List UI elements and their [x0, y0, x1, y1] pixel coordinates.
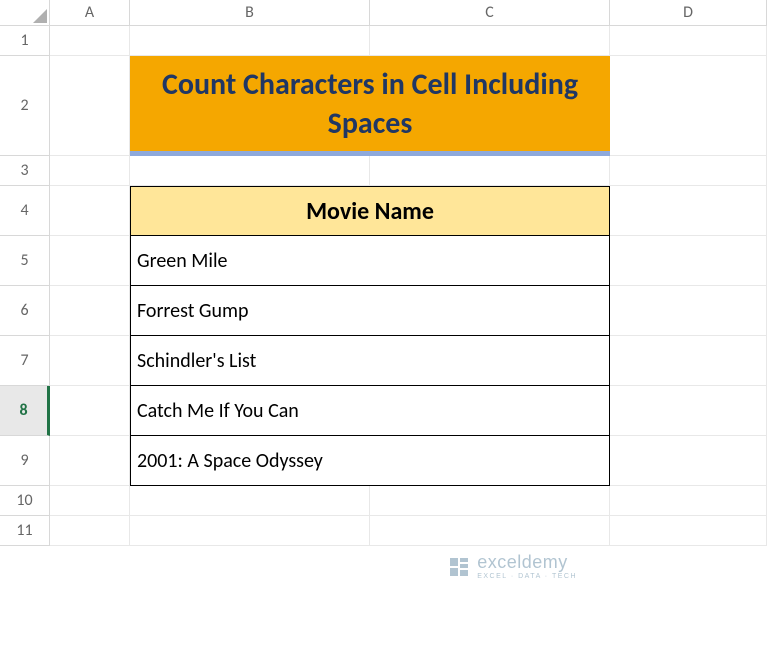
cell-a10[interactable] [50, 486, 130, 516]
cell-c1[interactable] [370, 26, 610, 56]
watermark-tagline: EXCEL · DATA · TECH [477, 573, 577, 580]
col-header-c[interactable]: C [370, 0, 610, 26]
table-row[interactable]: Green Mile [130, 236, 610, 286]
row-header-11[interactable]: 11 [0, 516, 50, 546]
cell-a1[interactable] [50, 26, 130, 56]
cell-c11[interactable] [370, 516, 610, 546]
cell-a11[interactable] [50, 516, 130, 546]
cell-a4[interactable] [50, 186, 130, 236]
col-header-d[interactable]: D [610, 0, 767, 26]
spreadsheet-grid: A B C D 1 2 3 4 5 6 7 8 9 10 11 Count Ch… [0, 0, 767, 546]
row-header-7[interactable]: 7 [0, 336, 50, 386]
cell-d8[interactable] [610, 386, 767, 436]
cell-d11[interactable] [610, 516, 767, 546]
title-merged-cell[interactable]: Count Characters in Cell Including Space… [130, 56, 610, 156]
table-row[interactable]: Forrest Gump [130, 286, 610, 336]
cell-b3[interactable] [130, 156, 370, 186]
cell-b1[interactable] [130, 26, 370, 56]
row-header-5[interactable]: 5 [0, 236, 50, 286]
col-header-a[interactable]: A [50, 0, 130, 26]
cell-c3[interactable] [370, 156, 610, 186]
cell-a9[interactable] [50, 436, 130, 486]
cell-b11[interactable] [130, 516, 370, 546]
table-row[interactable]: 2001: A Space Odyssey [130, 436, 610, 486]
col-header-b[interactable]: B [130, 0, 370, 26]
row-header-9[interactable]: 9 [0, 436, 50, 486]
watermark-brand: exceldemy [477, 553, 577, 571]
row-header-4[interactable]: 4 [0, 186, 50, 236]
cell-b10[interactable] [130, 486, 370, 516]
cell-d3[interactable] [610, 156, 767, 186]
cell-a2[interactable] [50, 56, 130, 156]
table-row[interactable]: Schindler's List [130, 336, 610, 386]
row-header-2[interactable]: 2 [0, 56, 50, 156]
cell-d7[interactable] [610, 336, 767, 386]
row-header-8[interactable]: 8 [0, 386, 50, 436]
exceldemy-logo-icon [447, 555, 471, 579]
cell-d9[interactable] [610, 436, 767, 486]
row-header-3[interactable]: 3 [0, 156, 50, 186]
cell-a8[interactable] [50, 386, 130, 436]
cell-a7[interactable] [50, 336, 130, 386]
cell-d10[interactable] [610, 486, 767, 516]
cell-d2[interactable] [610, 56, 767, 156]
row-header-10[interactable]: 10 [0, 486, 50, 516]
cell-a5[interactable] [50, 236, 130, 286]
cell-d5[interactable] [610, 236, 767, 286]
select-all-corner[interactable] [0, 0, 50, 26]
table-header-cell[interactable]: Movie Name [130, 186, 610, 236]
cell-d6[interactable] [610, 286, 767, 336]
cell-c10[interactable] [370, 486, 610, 516]
cell-d1[interactable] [610, 26, 767, 56]
watermark: exceldemy EXCEL · DATA · TECH [447, 553, 577, 580]
cell-a6[interactable] [50, 286, 130, 336]
cell-a3[interactable] [50, 156, 130, 186]
table-row[interactable]: Catch Me If You Can [130, 386, 610, 436]
row-header-6[interactable]: 6 [0, 286, 50, 336]
cell-d4[interactable] [610, 186, 767, 236]
row-header-1[interactable]: 1 [0, 26, 50, 56]
